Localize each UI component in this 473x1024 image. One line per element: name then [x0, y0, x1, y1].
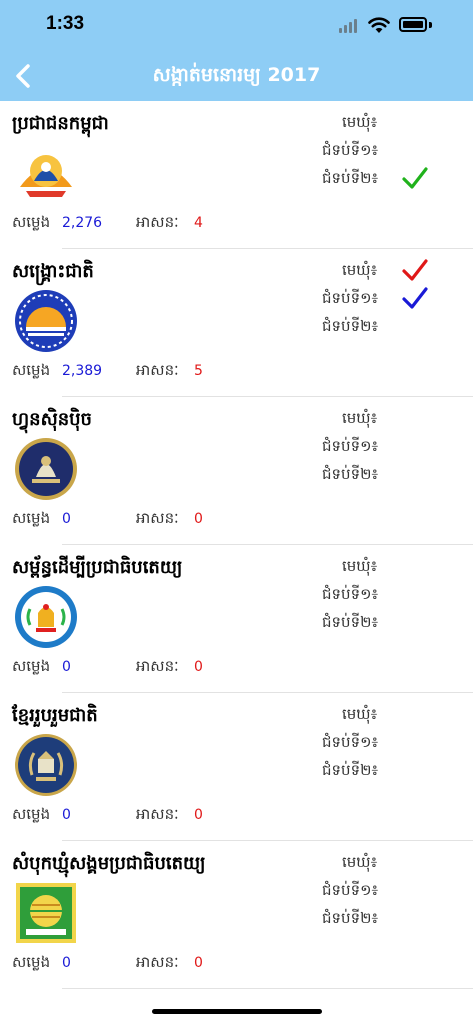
votes-value: 2,276: [62, 215, 103, 231]
round-deputy2-label: ជំទប់ទី២៖: [322, 317, 379, 335]
votes-value: 0: [62, 511, 71, 527]
party-row[interactable]: ហ្វុនស៊ិនប៉ិច មេឃុំ៖ជំទប់ទី១៖ជំទប់ទី២៖សម្…: [0, 397, 473, 545]
row-divider: [62, 988, 473, 989]
votes-label: សម្លេង: [12, 953, 51, 971]
top-bar: 1:33 សង្កាត់មនោរម្យ 2017: [0, 0, 473, 101]
seats-value: 0: [194, 955, 203, 971]
round-deputy2-label: ជំទប់ទី២៖: [322, 465, 379, 483]
home-indicator[interactable]: [152, 1009, 322, 1014]
party-name: ខ្មែររួបរួមជាតិ: [12, 705, 98, 726]
battery-tip: [429, 22, 432, 28]
check-icon: [402, 257, 428, 283]
status-icons: [339, 15, 449, 37]
beehive-logo: [14, 881, 78, 945]
party-row[interactable]: សម្ព័ន្ធដើម្បីប្រជាធិបតេយ្យ មេឃុំ៖ជំទប់ទី…: [0, 545, 473, 693]
seats-value: 0: [194, 807, 203, 823]
party-name: សំបុកឃ្មុំសង្គមប្រជាធិបតេយ្យ: [12, 853, 206, 874]
seats-label: អាសនៈ: [136, 213, 179, 231]
seats-value: 0: [194, 511, 203, 527]
round-deputy2-label: ជំទប់ទី២៖: [322, 169, 379, 187]
party-name: ហ្វុនស៊ិនប៉ិច: [12, 409, 92, 430]
seats-label: អាសនៈ: [136, 805, 179, 823]
nav-bar: សង្កាត់មនោរម្យ 2017: [0, 50, 473, 101]
votes-label: សម្លេង: [12, 361, 51, 379]
battery-icon: [399, 17, 427, 32]
votes-label: សម្លេង: [12, 657, 51, 675]
round-deputy1-label: ជំទប់ទី១៖: [322, 733, 379, 751]
knup-logo: [14, 733, 78, 797]
round-deputy1-label: ជំទប់ទី១៖: [322, 881, 379, 899]
seats-label: អាសនៈ: [136, 953, 179, 971]
round-commune-label: មេឃុំ៖: [342, 853, 378, 871]
round-deputy1-label: ជំទប់ទី១៖: [322, 585, 379, 603]
cpp-logo: [14, 141, 78, 205]
round-commune-label: មេឃុំ៖: [342, 409, 378, 427]
votes-label: សម្លេង: [12, 213, 51, 231]
round-commune-label: មេឃុំ៖: [342, 557, 378, 575]
round-deputy1-label: ជំទប់ទី១៖: [322, 437, 379, 455]
votes-value: 0: [62, 807, 71, 823]
round-deputy2-label: ជំទប់ទី២៖: [322, 761, 379, 779]
round-commune-label: មេឃុំ៖: [342, 261, 378, 279]
party-row[interactable]: សំបុកឃ្មុំសង្គមប្រជាធិបតេយ្យ មេឃុំ៖ជំទប់ទ…: [0, 841, 473, 989]
check-icon: [402, 165, 428, 191]
round-commune-label: មេឃុំ៖: [342, 705, 378, 723]
votes-label: សម្លេង: [12, 509, 51, 527]
party-row[interactable]: សង្គ្រោះជាតិ មេឃុំ៖ជំទប់ទី១៖ជំទប់ទី២៖សម្ល…: [0, 249, 473, 397]
round-deputy1-label: ជំទប់ទី១៖: [322, 289, 379, 307]
party-name: ប្រជាជនកម្ពុជា: [12, 113, 109, 134]
seats-value: 0: [194, 659, 203, 675]
party-list[interactable]: ប្រជាជនកម្ពុជា មេឃុំ៖ ជំទប់ទី១៖ ជំទប់ទី២៖ សម…: [0, 101, 473, 989]
cnrp-logo: [14, 289, 78, 353]
seats-label: អាសនៈ: [136, 657, 179, 675]
funcinpec-logo: [14, 437, 78, 501]
seats-label: អាសនៈ: [136, 361, 179, 379]
party-row[interactable]: ប្រជាជនកម្ពុជា មេឃុំ៖ជំទប់ទី១៖ជំទប់ទី២៖សម…: [0, 101, 473, 249]
votes-value: 2,389: [62, 363, 103, 379]
votes-value: 0: [62, 955, 71, 971]
ldp-logo: [14, 585, 78, 649]
page-title: សង្កាត់មនោរម្យ 2017: [152, 64, 321, 86]
round-deputy1-label: ជំទប់ទី១៖: [322, 141, 379, 159]
party-name: សម្ព័ន្ធដើម្បីប្រជាធិបតេយ្យ: [12, 557, 183, 578]
round-deputy2-label: ជំទប់ទី២៖: [322, 613, 379, 631]
round-commune-label: មេឃុំ៖: [342, 113, 378, 131]
party-row[interactable]: ខ្មែររួបរួមជាតិ មេឃុំ៖ជំទប់ទី១៖ជំទប់ទី២៖ស…: [0, 693, 473, 841]
votes-label: សម្លេង: [12, 805, 51, 823]
round-deputy2-label: ជំទប់ទី២៖: [322, 909, 379, 927]
seats-label: អាសនៈ: [136, 509, 179, 527]
check-icon: [402, 285, 428, 311]
status-bar: 1:33: [0, 0, 473, 50]
party-name: សង្គ្រោះជាតិ: [12, 261, 94, 282]
seats-value: 4: [194, 215, 203, 231]
signal-icon: [339, 19, 359, 33]
seats-value: 5: [194, 363, 203, 379]
wifi-icon: [368, 17, 390, 33]
votes-value: 0: [62, 659, 71, 675]
status-time: 1:33: [46, 13, 85, 34]
